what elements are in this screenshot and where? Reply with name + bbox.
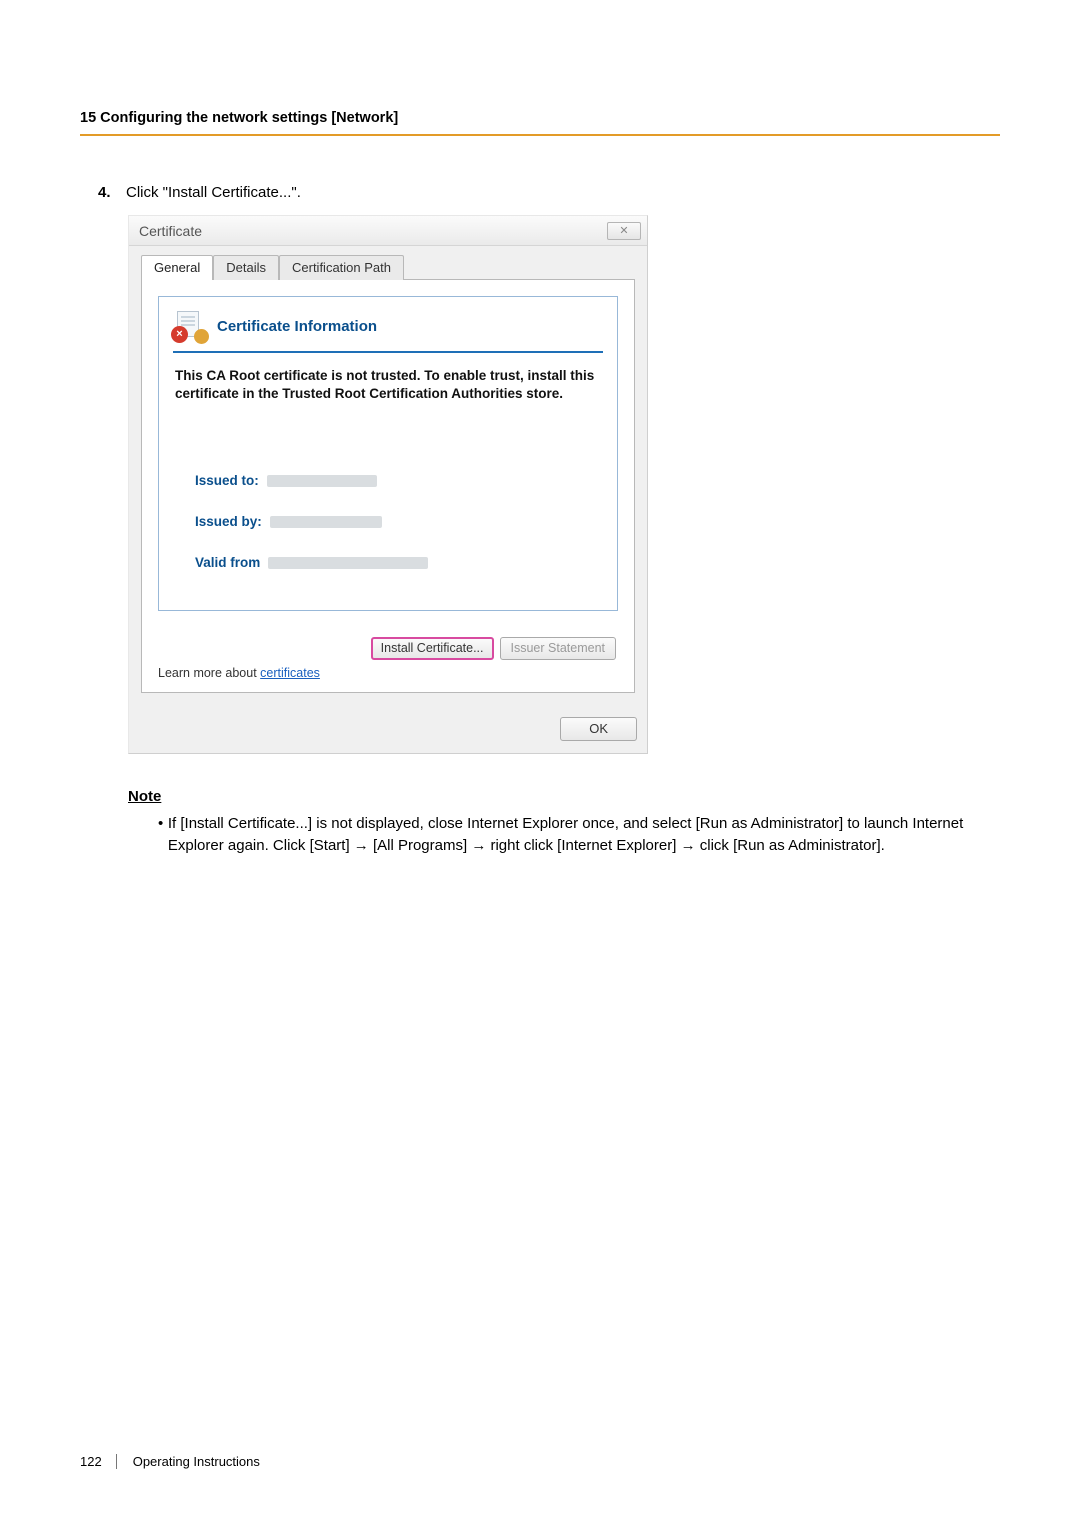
arrow-icon: →: [354, 837, 369, 854]
close-icon[interactable]: ✕: [607, 222, 641, 240]
certificate-info-frame: × Certificate Information This CA Root c…: [158, 296, 618, 611]
issuer-statement-button: Issuer Statement: [500, 637, 617, 660]
issued-by-label: Issued by:: [195, 514, 262, 529]
note-part-3: right click [Internet Explorer]: [486, 837, 680, 854]
step-text: Click "Install Certificate...".: [126, 184, 301, 201]
note-heading: Note: [128, 788, 1000, 805]
issued-to-value-redacted: [267, 475, 377, 487]
page-number: 122: [80, 1454, 117, 1469]
section-header: 15 Configuring the network settings [Net…: [80, 110, 1000, 136]
certificates-link[interactable]: certificates: [260, 666, 320, 680]
arrow-icon: →: [471, 837, 486, 854]
dialog-tabs: General Details Certification Path: [141, 254, 635, 280]
tab-general[interactable]: General: [141, 255, 213, 280]
note-text: If [Install Certificate...] is not displ…: [168, 813, 1000, 857]
certificate-dialog: Certificate ✕ General Details Certificat…: [128, 215, 648, 754]
ok-button[interactable]: OK: [560, 717, 637, 741]
bullet-dot: •: [158, 813, 168, 857]
valid-from-label: Valid from: [195, 555, 260, 570]
learn-more-line: Learn more about certificates: [158, 666, 618, 680]
issued-to-label: Issued to:: [195, 473, 259, 488]
install-certificate-button[interactable]: Install Certificate...: [371, 637, 494, 660]
tab-details[interactable]: Details: [213, 255, 279, 280]
arrow-icon: →: [681, 837, 696, 854]
certificate-warning-icon: ×: [173, 311, 207, 341]
valid-from-value-redacted: [268, 557, 428, 569]
trust-warning-text: This CA Root certificate is not trusted.…: [173, 367, 603, 403]
note-part-4: click [Run as Administrator].: [696, 837, 885, 854]
footer-label: Operating Instructions: [133, 1454, 260, 1469]
step-number: 4.: [98, 184, 126, 201]
tab-content: × Certificate Information This CA Root c…: [141, 280, 635, 693]
learn-more-prefix: Learn more about: [158, 666, 260, 680]
dialog-title: Certificate: [139, 223, 202, 239]
note-part-2: [All Programs]: [369, 837, 472, 854]
tab-certification-path[interactable]: Certification Path: [279, 255, 404, 280]
certificate-info-title: Certificate Information: [217, 318, 377, 335]
issued-by-value-redacted: [270, 516, 382, 528]
